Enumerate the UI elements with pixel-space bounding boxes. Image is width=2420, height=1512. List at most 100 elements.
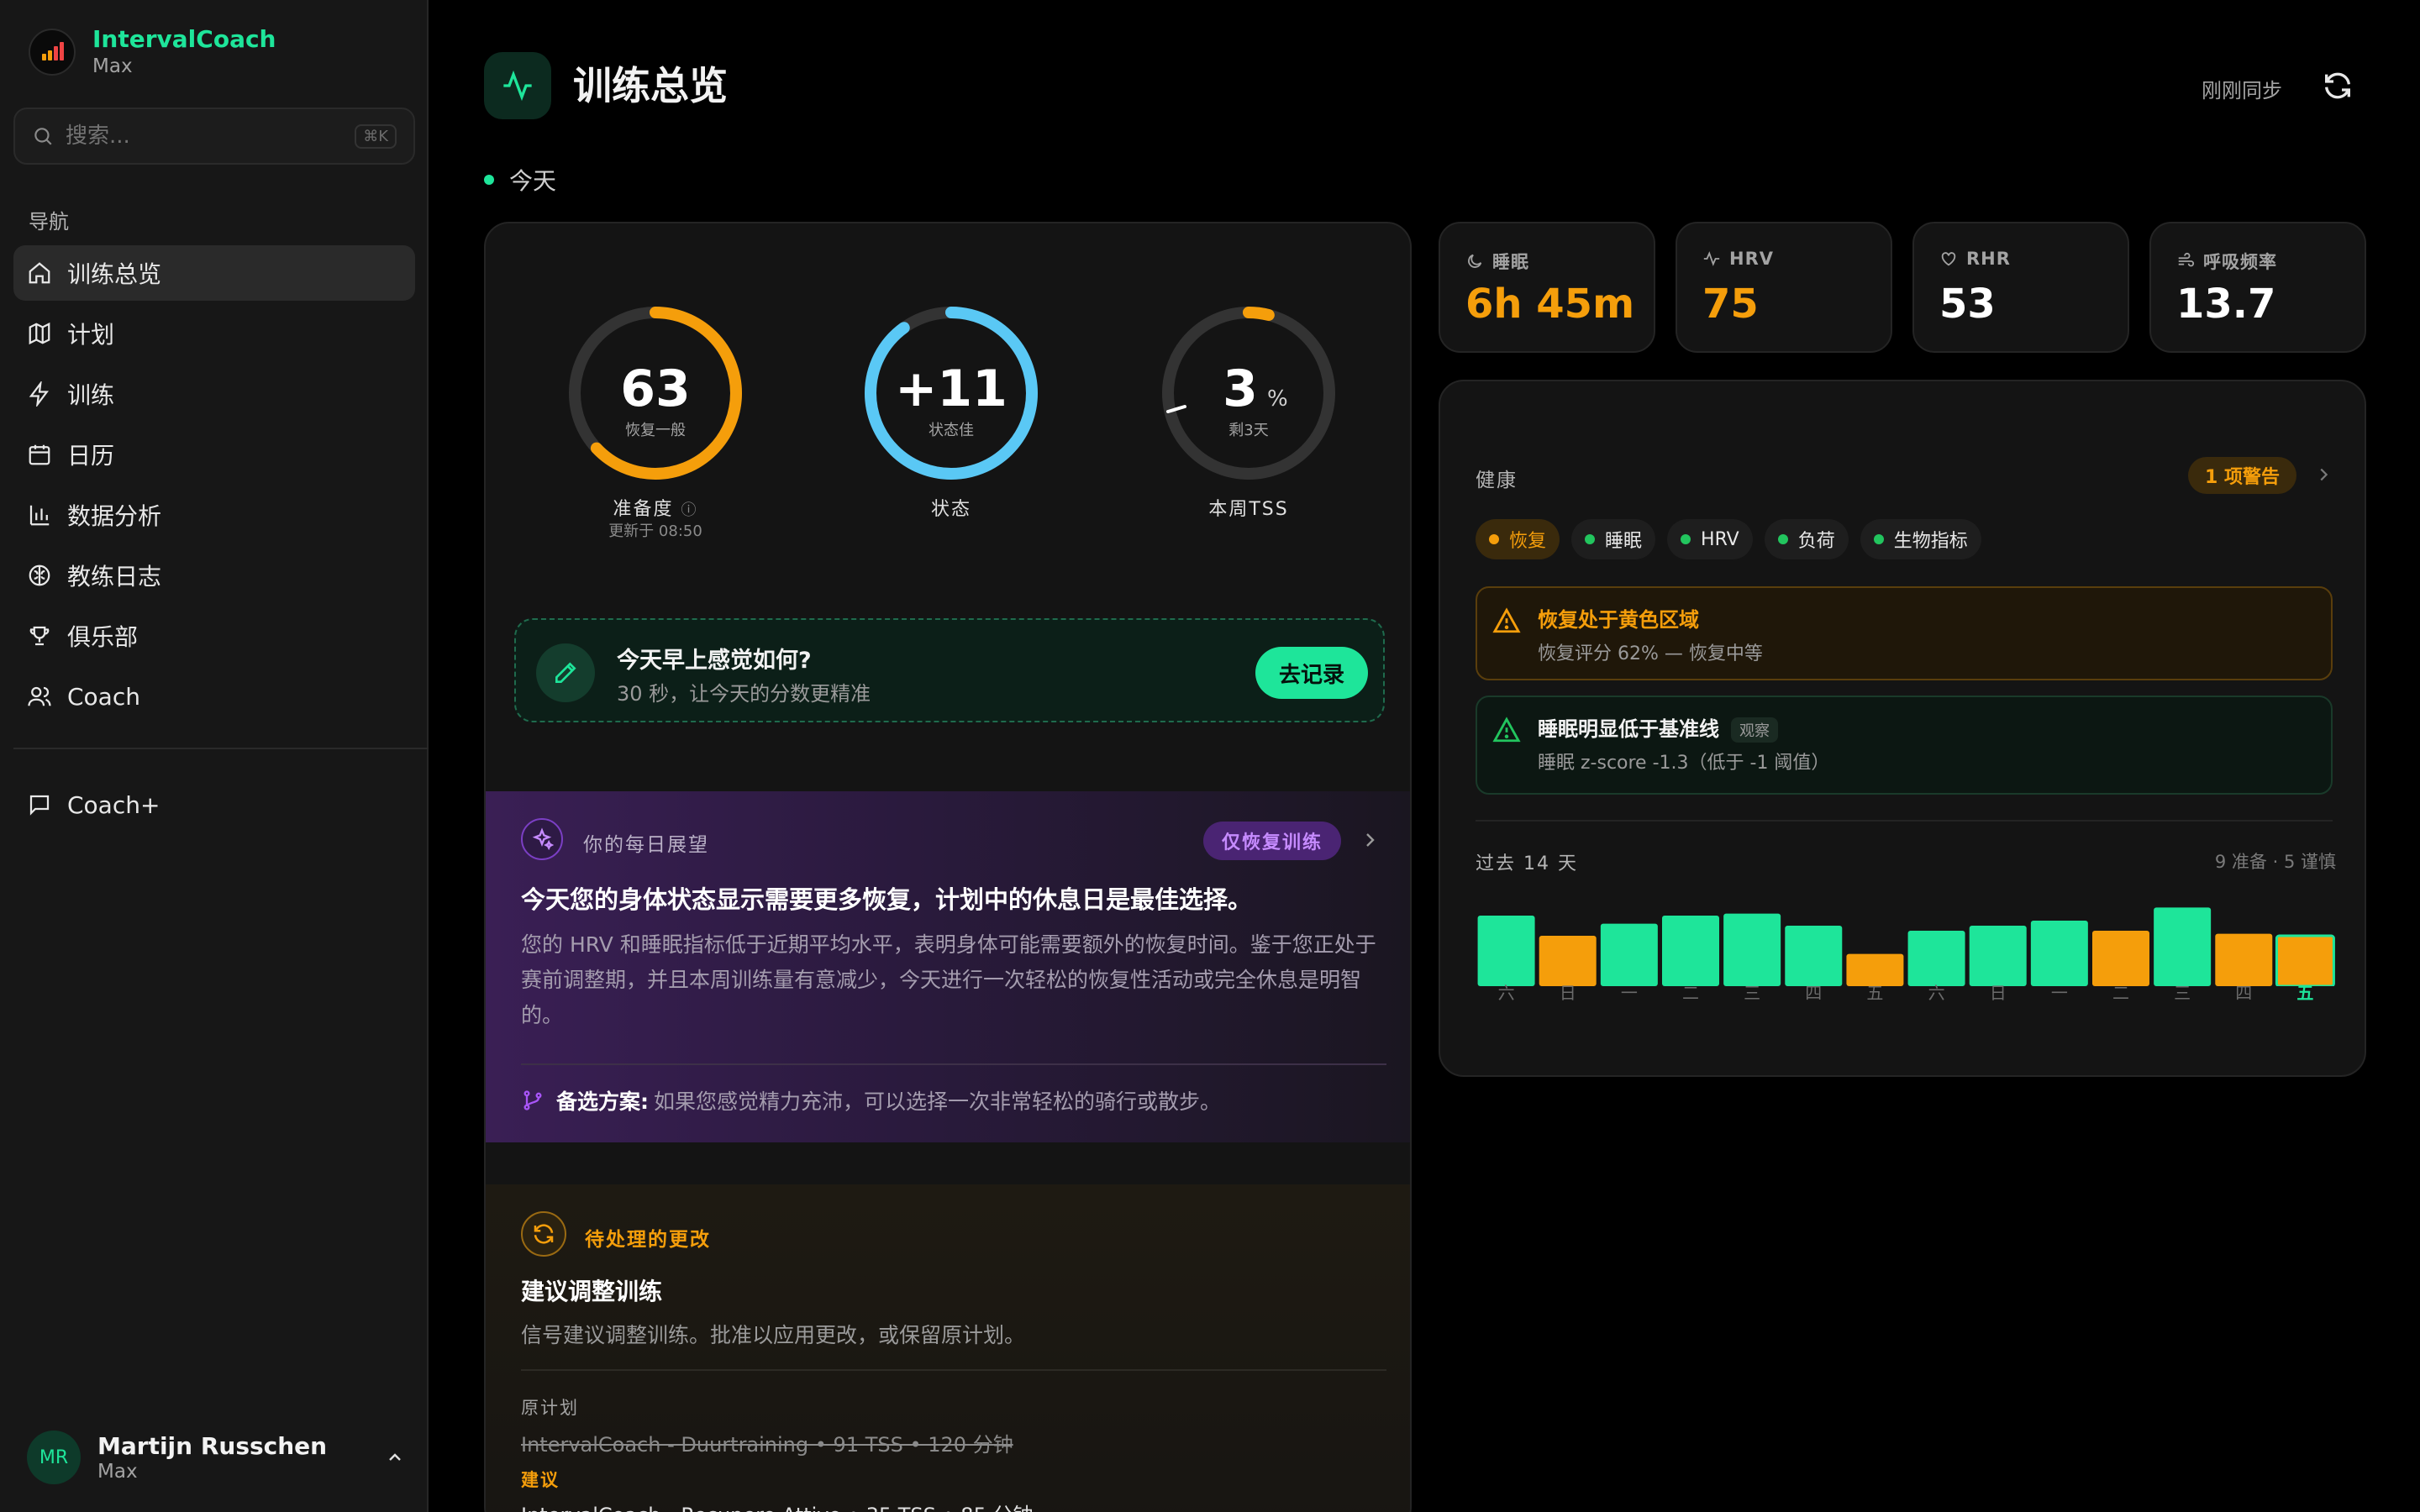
day-label: 二 <box>1682 983 1699 1003</box>
pending-description: 信号建议调整训练。批准以应用更改，或保留原计划。 <box>521 1323 1026 1347</box>
message-icon <box>29 795 50 816</box>
chip-load[interactable]: 负荷 <box>1764 519 1849 559</box>
metric-card-hrv[interactable]: HRV 75 <box>1676 222 1892 353</box>
history-bar[interactable] <box>2215 933 2273 986</box>
health-card: 健康 1 项警告 恢复 睡眠 HRV 负荷 生物指标 恢复处于黄色区域 恢复评分… <box>1439 380 2366 1077</box>
readiness-ring[interactable]: 63 恢复一般 <box>563 301 748 486</box>
metric-card-rhr[interactable]: RHR 53 <box>1912 222 2129 353</box>
metric-label: HRV <box>1729 249 1774 269</box>
history-bar[interactable] <box>2154 907 2212 986</box>
readiness-history-chart <box>1477 907 2335 986</box>
search-box[interactable]: ⌘K <box>13 108 415 165</box>
chip-recovery[interactable]: 恢复 <box>1476 519 1560 559</box>
search-icon <box>34 128 52 145</box>
history-bar[interactable] <box>1600 923 1658 986</box>
history-bar[interactable] <box>2030 921 2088 986</box>
history-bar[interactable] <box>2092 931 2149 986</box>
sidebar-item-coach[interactable]: Coach <box>13 669 415 724</box>
sync-status: 刚刚同步 <box>2202 79 2282 102</box>
chevron-up-icon <box>389 1453 401 1461</box>
chevron-right-icon[interactable] <box>2314 465 2333 484</box>
search-input[interactable] <box>66 123 334 149</box>
day-label: 四 <box>2235 983 2253 1003</box>
metric-card-respiration[interactable]: 呼吸频率 13.7 <box>2149 222 2366 353</box>
sidebar-item-label: 训练总览 <box>67 260 162 288</box>
history-bar[interactable] <box>1907 931 1965 986</box>
chip-label: 负荷 <box>1797 531 1835 552</box>
sidebar-item-label: 计划 <box>67 321 115 349</box>
history-bar[interactable] <box>1723 913 1781 986</box>
brain-icon <box>29 564 50 586</box>
recovery-only-badge: 仅恢复训练 <box>1203 822 1342 860</box>
sidebar-item-club[interactable]: 俱乐部 <box>13 608 415 664</box>
day-label: 五 <box>2296 983 2314 1003</box>
map-icon <box>29 322 50 345</box>
warning-badge[interactable]: 1 项警告 <box>2188 457 2296 494</box>
history-bar[interactable] <box>2275 934 2335 986</box>
form-sublabel: 状态佳 <box>929 422 974 439</box>
sidebar-item-coach-log[interactable]: 教练日志 <box>13 548 415 603</box>
user-menu[interactable]: MR Martijn Russchen Max <box>27 1428 405 1487</box>
sidebar-item-calendar[interactable]: 日历 <box>13 427 415 482</box>
readiness-updated: 更新于 08:50 <box>608 522 702 540</box>
sidebar-item-coachplus-group: Coach+ <box>13 777 415 837</box>
info-icon[interactable]: ⓘ <box>681 501 698 519</box>
outlook-title: 今天您的身体状态显示需要更多恢复，计划中的休息日是最佳选择。 <box>521 885 1253 914</box>
sidebar-item-analytics[interactable]: 数据分析 <box>13 487 415 543</box>
form-ring[interactable]: +11 状态佳 <box>859 301 1044 486</box>
chip-label: HRV <box>1701 528 1739 550</box>
history-bar[interactable] <box>1539 936 1597 986</box>
heart-icon <box>1941 252 1956 266</box>
alert-title: 睡眠明显低于基准线 <box>1538 717 1719 741</box>
brand[interactable]: IntervalCoach Max <box>29 25 276 79</box>
sidebar-item-plan[interactable]: 计划 <box>13 306 415 361</box>
status-dot <box>1777 534 1788 544</box>
refresh-button[interactable] <box>2321 69 2354 102</box>
day-label: 四 <box>1805 983 1823 1003</box>
sparkles-icon <box>521 818 563 860</box>
warning-icon <box>1492 607 1521 633</box>
sidebar-item-overview[interactable]: 训练总览 <box>13 245 415 301</box>
trophy-icon <box>29 626 50 646</box>
sidebar: IntervalCoach Max ⌘K 导航 训练总览 计划 训练 日历 数据… <box>0 0 429 1512</box>
pending-title: 建议调整训练 <box>521 1278 663 1305</box>
readiness-value: 63 <box>620 360 691 418</box>
chevron-right-icon[interactable] <box>1360 830 1380 850</box>
home-icon <box>29 262 50 284</box>
sidebar-item-label: 俱乐部 <box>67 623 139 651</box>
sidebar-item-workouts[interactable]: 训练 <box>13 366 415 422</box>
chip-hrv[interactable]: HRV <box>1667 519 1753 559</box>
tss-ring[interactable]: 3 % 剩3天 <box>1156 301 1341 486</box>
day-label: 日 <box>1989 983 2007 1003</box>
daily-outlook[interactable]: 你的每日展望 仅恢复训练 今天您的身体状态显示需要更多恢复，计划中的休息日是最佳… <box>486 791 1410 1142</box>
pending-divider <box>521 1369 1386 1371</box>
history-bar[interactable] <box>1785 926 1843 986</box>
chip-biomarkers[interactable]: 生物指标 <box>1860 519 1981 559</box>
page-title: 训练总览 <box>573 63 728 108</box>
alert-sleep[interactable]: 睡眠明显低于基准线 观察 睡眠 z-score -1.3（低于 -1 阈值） <box>1476 696 2333 795</box>
history-bar[interactable] <box>1477 916 1535 986</box>
suggested-label: 建议 <box>521 1470 560 1490</box>
readiness-sublabel: 恢复一般 <box>625 422 686 439</box>
chip-sleep[interactable]: 睡眠 <box>1571 519 1656 559</box>
sidebar-item-coachplus[interactable]: Coach+ <box>13 777 415 832</box>
outlook-body: 您的 HRV 和睡眠指标低于近期平均水平，表明身体可能需要额外的恢复时间。鉴于您… <box>521 932 1376 1027</box>
refresh-icon <box>2325 72 2350 99</box>
log-button[interactable]: 去记录 <box>1255 647 1368 699</box>
original-plan-label: 原计划 <box>521 1398 579 1418</box>
history-bar[interactable] <box>1662 916 1719 986</box>
app-logo-icon <box>29 29 76 76</box>
suggested-value: IntervalCoach - Recupero Attivo • 35 TSS… <box>521 1499 1033 1512</box>
history-bar[interactable] <box>1969 926 2027 986</box>
outlook-kicker: 你的每日展望 <box>583 834 709 856</box>
today-indicator: 今天 <box>484 163 556 197</box>
sidebar-item-label: 教练日志 <box>67 563 162 591</box>
metric-card-sleep[interactable]: 睡眠 6h 45m <box>1439 222 1655 353</box>
sidebar-item-label: Coach <box>67 682 140 711</box>
metric-label: 睡眠 <box>1492 252 1529 272</box>
alert-recovery[interactable]: 恢复处于黄色区域 恢复评分 62% — 恢复中等 <box>1476 586 2333 680</box>
health-divider <box>1476 820 2333 822</box>
day-label: 三 <box>1744 983 1761 1003</box>
chip-label: 恢复 <box>1509 531 1547 552</box>
git-branch-icon <box>523 1090 542 1110</box>
